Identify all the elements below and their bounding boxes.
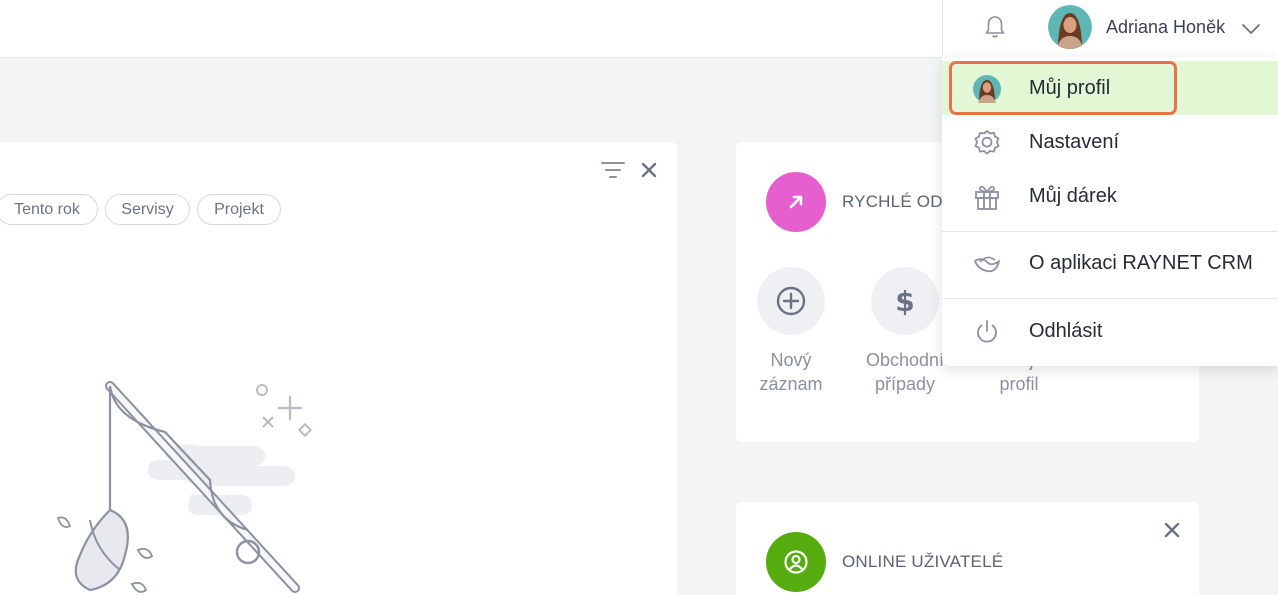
menu-item-logout[interactable]: Odhlásit xyxy=(942,304,1278,358)
menu-item-label: Můj dárek xyxy=(1029,185,1117,207)
quick-action-new-record[interactable]: Nový záznam xyxy=(744,348,838,396)
menu-divider xyxy=(942,231,1278,232)
quick-action-deals[interactable]: Obchodní případy xyxy=(858,348,952,396)
raynet-logo-icon xyxy=(972,249,1002,279)
close-online-users-icon[interactable] xyxy=(1163,521,1181,539)
menu-item-label: Odhlásit xyxy=(1029,320,1103,342)
filter-icon[interactable] xyxy=(600,158,626,182)
menu-item-label: O aplikaci RAYNET CRM xyxy=(1029,252,1253,274)
notification-bell-icon[interactable] xyxy=(980,12,1010,42)
menu-item-about[interactable]: O aplikaci RAYNET CRM xyxy=(942,236,1278,290)
plus-circle-icon[interactable] xyxy=(757,267,825,335)
chevron-down-icon[interactable] xyxy=(1240,18,1262,40)
quick-access-title: RYCHLÉ ODK xyxy=(842,192,955,211)
online-users-title: ONLINE UŽIVATELÉ xyxy=(842,552,1004,571)
user-avatar[interactable] xyxy=(1048,5,1092,49)
user-name[interactable]: Adriana Honěk xyxy=(1106,17,1225,38)
quick-access-badge-icon xyxy=(766,172,826,232)
power-icon xyxy=(972,317,1002,347)
fishing-rod-illustration xyxy=(40,370,340,595)
top-bar xyxy=(0,0,942,58)
menu-item-settings[interactable]: Nastavení xyxy=(942,115,1278,169)
filter-chip-this-year[interactable]: Tento rok xyxy=(0,194,98,225)
gift-icon xyxy=(972,182,1002,212)
close-widget-icon[interactable] xyxy=(640,161,658,179)
menu-item-my-gift[interactable]: Můj dárek xyxy=(942,169,1278,223)
online-users-badge-icon xyxy=(766,532,826,592)
dollar-icon[interactable]: $ xyxy=(871,267,939,335)
user-dropdown-menu: Můj profil Nastavení Můj dárek O aplikac… xyxy=(942,57,1278,366)
menu-divider xyxy=(942,298,1278,299)
filter-chip-services[interactable]: Servisy xyxy=(105,194,190,225)
highlight-outline xyxy=(949,61,1177,115)
menu-item-label: Nastavení xyxy=(1029,131,1120,153)
svg-text:$: $ xyxy=(895,285,914,318)
filter-chip-project[interactable]: Projekt xyxy=(197,194,281,225)
gear-icon xyxy=(972,128,1002,158)
